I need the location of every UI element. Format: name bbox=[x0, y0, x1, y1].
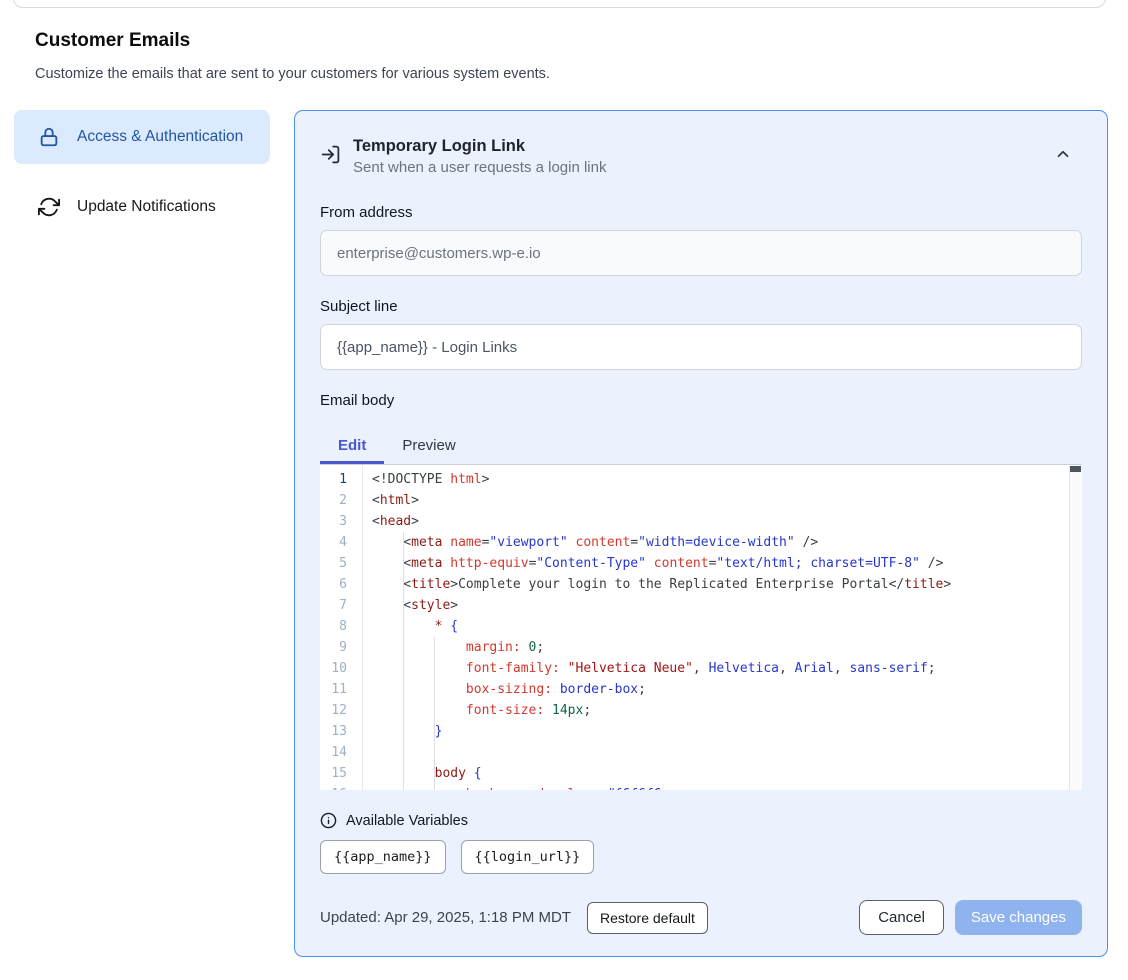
tab-preview[interactable]: Preview bbox=[384, 431, 473, 464]
variable-chips: {{app_name}} {{login_url}} bbox=[320, 840, 1082, 874]
code-line: 8 * { bbox=[320, 616, 1082, 637]
subject-line-label: Subject line bbox=[320, 298, 1082, 315]
subject-line-input[interactable] bbox=[320, 324, 1082, 370]
sidebar-item-label: Update Notifications bbox=[77, 195, 216, 219]
lock-icon bbox=[38, 126, 60, 148]
collapse-button[interactable] bbox=[1054, 145, 1072, 163]
page-title: Customer Emails bbox=[35, 30, 190, 52]
panel-header: Temporary Login Link Sent when a user re… bbox=[320, 137, 1082, 176]
sidebar-item-label: Access & Authentication bbox=[77, 125, 243, 149]
code-line: 4 <meta name="viewport" content="width=d… bbox=[320, 532, 1082, 553]
code-line: 6 <title>Complete your login to the Repl… bbox=[320, 574, 1082, 595]
code-line: 1<!DOCTYPE html> bbox=[320, 469, 1082, 490]
indent-guide bbox=[403, 532, 404, 790]
email-body-tabs: Edit Preview bbox=[320, 431, 1082, 465]
panel-subtitle: Sent when a user requests a login link bbox=[353, 159, 1082, 176]
variable-chip-app-name[interactable]: {{app_name}} bbox=[320, 840, 446, 874]
panel-title: Temporary Login Link bbox=[353, 137, 1082, 156]
indent-guide bbox=[434, 637, 435, 790]
editor-gutter-divider bbox=[362, 465, 363, 790]
variable-chip-login-url[interactable]: {{login_url}} bbox=[461, 840, 595, 874]
code-line: 7 <style> bbox=[320, 595, 1082, 616]
save-changes-button[interactable]: Save changes bbox=[955, 900, 1082, 935]
from-address-input[interactable] bbox=[320, 230, 1082, 276]
info-icon bbox=[320, 812, 337, 829]
chevron-up-icon bbox=[1054, 151, 1072, 166]
page: Customer Emails Customize the emails tha… bbox=[0, 0, 1128, 980]
code-line: 3<head> bbox=[320, 511, 1082, 532]
from-address-label: From address bbox=[320, 204, 1082, 221]
email-body-code-editor[interactable]: 1<!DOCTYPE html>2<html>3<head>4 <meta na… bbox=[320, 465, 1082, 790]
restore-default-button[interactable]: Restore default bbox=[587, 902, 708, 934]
available-variables-row: Available Variables bbox=[320, 812, 1082, 829]
login-icon bbox=[320, 144, 341, 170]
previous-section-border bbox=[13, 0, 1106, 8]
code-line: 2<html> bbox=[320, 490, 1082, 511]
panel-footer: Updated: Apr 29, 2025, 1:18 PM MDT Resto… bbox=[320, 900, 1082, 935]
code-line: 5 <meta http-equiv="Content-Type" conten… bbox=[320, 553, 1082, 574]
sidebar-item-update-notifications[interactable]: Update Notifications bbox=[14, 180, 270, 234]
email-sections-sidebar: Access & Authentication Update Notificat… bbox=[14, 110, 270, 234]
tab-edit[interactable]: Edit bbox=[320, 431, 384, 464]
updated-timestamp: Updated: Apr 29, 2025, 1:18 PM MDT bbox=[320, 909, 571, 926]
sidebar-item-access-authentication[interactable]: Access & Authentication bbox=[14, 110, 270, 164]
editor-scrollbar-thumb[interactable] bbox=[1070, 466, 1081, 472]
page-subtitle: Customize the emails that are sent to yo… bbox=[35, 66, 550, 82]
cancel-button[interactable]: Cancel bbox=[859, 900, 944, 935]
available-variables-label: Available Variables bbox=[346, 813, 468, 829]
editor-scrollbar-track[interactable] bbox=[1069, 465, 1082, 790]
email-body-label: Email body bbox=[320, 392, 1082, 409]
refresh-icon bbox=[38, 196, 60, 218]
temporary-login-link-panel: Temporary Login Link Sent when a user re… bbox=[294, 110, 1108, 957]
